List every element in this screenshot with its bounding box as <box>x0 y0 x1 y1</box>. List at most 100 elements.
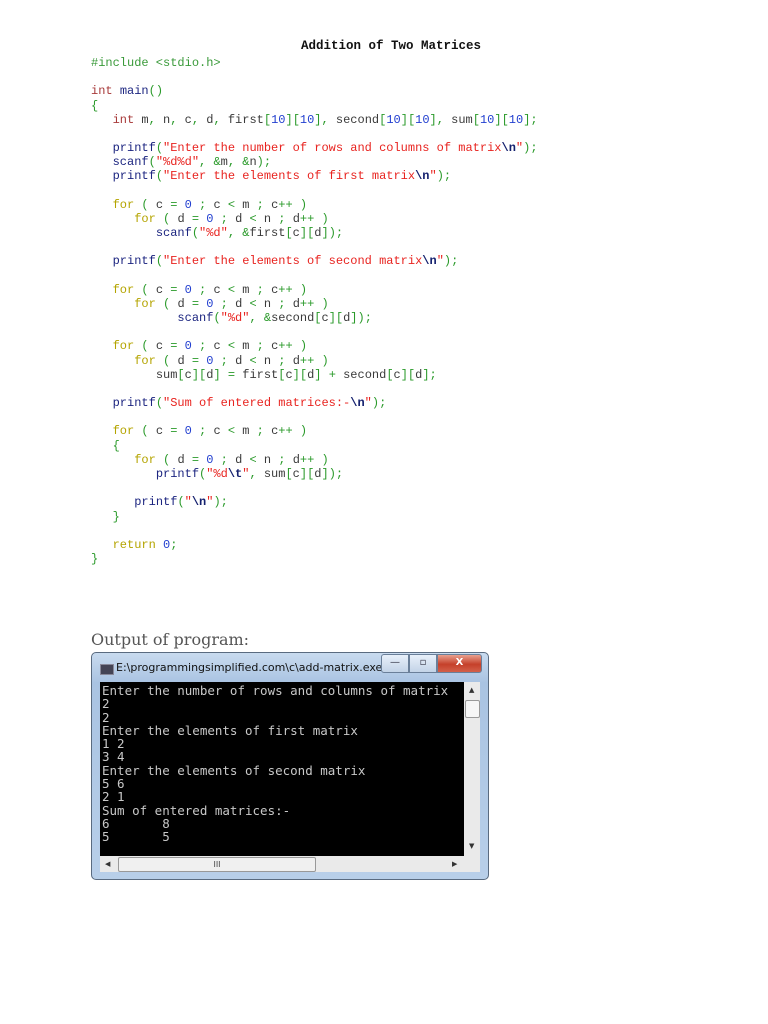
string-literal: " <box>429 169 437 184</box>
code-token: ( <box>148 84 156 99</box>
code-token: printf <box>112 396 156 411</box>
code-line: for ( d = 0 ; d < n ; d++ ) <box>91 453 538 467</box>
code-token: ] <box>299 226 308 241</box>
code-token: ) <box>155 84 164 99</box>
code-token: "%d" <box>221 311 250 325</box>
code-token: c <box>213 339 221 354</box>
code-token: scanf <box>155 226 192 241</box>
code-token: c <box>292 466 300 481</box>
code-line: } <box>91 510 538 524</box>
string-literal: "Enter the elements of second matrix <box>163 254 423 269</box>
code-token: ; <box>256 282 264 297</box>
code-token: ) <box>371 396 380 411</box>
code-token: = <box>191 211 200 226</box>
code-token: sum <box>451 112 473 127</box>
code-line: printf("Sum of entered matrices:-\n"); <box>91 396 538 410</box>
code-token: ] <box>299 466 308 481</box>
code-token: #include <stdio.h> <box>91 56 221 70</box>
horizontal-scrollbar[interactable]: ◀ III ▶ <box>100 856 464 872</box>
code-token: ] <box>400 367 408 382</box>
console-line: 5 6 <box>102 776 125 792</box>
scroll-down-icon[interactable]: ▼ <box>469 842 474 850</box>
code-token: { <box>91 98 99 113</box>
string-literal: "Sum of entered matrices:- <box>163 396 351 411</box>
code-token: ] <box>328 311 336 326</box>
code-token: ] <box>314 112 322 127</box>
scroll-left-icon[interactable]: ◀ <box>105 860 110 868</box>
code-line: #include <stdio.h> <box>91 56 538 70</box>
scroll-right-icon[interactable]: ▶ <box>452 860 457 868</box>
code-token: m <box>220 155 228 170</box>
code-token: ) <box>357 311 365 326</box>
output-label: Output of program: <box>91 630 250 649</box>
code-token: , <box>191 112 200 127</box>
horizontal-scroll-thumb[interactable]: III <box>118 857 316 872</box>
code-token: ( <box>148 155 156 170</box>
code-token: ( <box>213 311 221 326</box>
code-line: return 0; <box>91 538 538 552</box>
close-button[interactable]: X <box>437 654 482 673</box>
code-token: , <box>249 466 257 481</box>
resize-grip-icon[interactable] <box>464 856 480 872</box>
vertical-scrollbar[interactable]: ▲ ▼ <box>464 682 480 856</box>
code-token: "%d" <box>199 226 228 240</box>
code-token: ( <box>155 254 164 269</box>
console-window: E:\programmingsimplified.com\c\add-matri… <box>91 652 489 880</box>
vertical-scroll-thumb[interactable] <box>465 700 480 718</box>
console-line: 5 5 <box>102 829 170 845</box>
maximize-button[interactable]: ▫ <box>409 654 437 673</box>
code-token: [ <box>285 226 293 241</box>
code-token: d <box>177 211 185 226</box>
code-token: for <box>112 424 135 439</box>
code-token: d <box>292 211 300 226</box>
code-token: for <box>134 452 156 467</box>
code-token: d <box>177 353 185 368</box>
code-token: ; <box>364 311 372 326</box>
minimize-button[interactable]: — <box>381 654 409 673</box>
code-token: for <box>112 339 135 354</box>
code-token: ; <box>530 141 538 156</box>
code-token: sum <box>263 466 286 481</box>
code-token: d <box>292 296 300 311</box>
code-token: "Enter the elements of first matrix\n" <box>163 169 437 183</box>
code-token: ; <box>256 197 264 212</box>
code-token: m <box>141 112 149 127</box>
code-token: first <box>249 226 286 241</box>
code-token: ; <box>220 296 228 311</box>
code-token: < <box>227 339 236 354</box>
code-line: for ( d = 0 ; d < n ; d++ ) <box>91 297 538 311</box>
code-token: scanf <box>177 311 214 326</box>
code-token: for <box>134 296 156 311</box>
scroll-up-icon[interactable]: ▲ <box>469 686 474 694</box>
code-line: printf("Enter the elements of second mat… <box>91 254 538 268</box>
code-token: { <box>112 438 120 453</box>
code-token: printf <box>112 141 156 156</box>
